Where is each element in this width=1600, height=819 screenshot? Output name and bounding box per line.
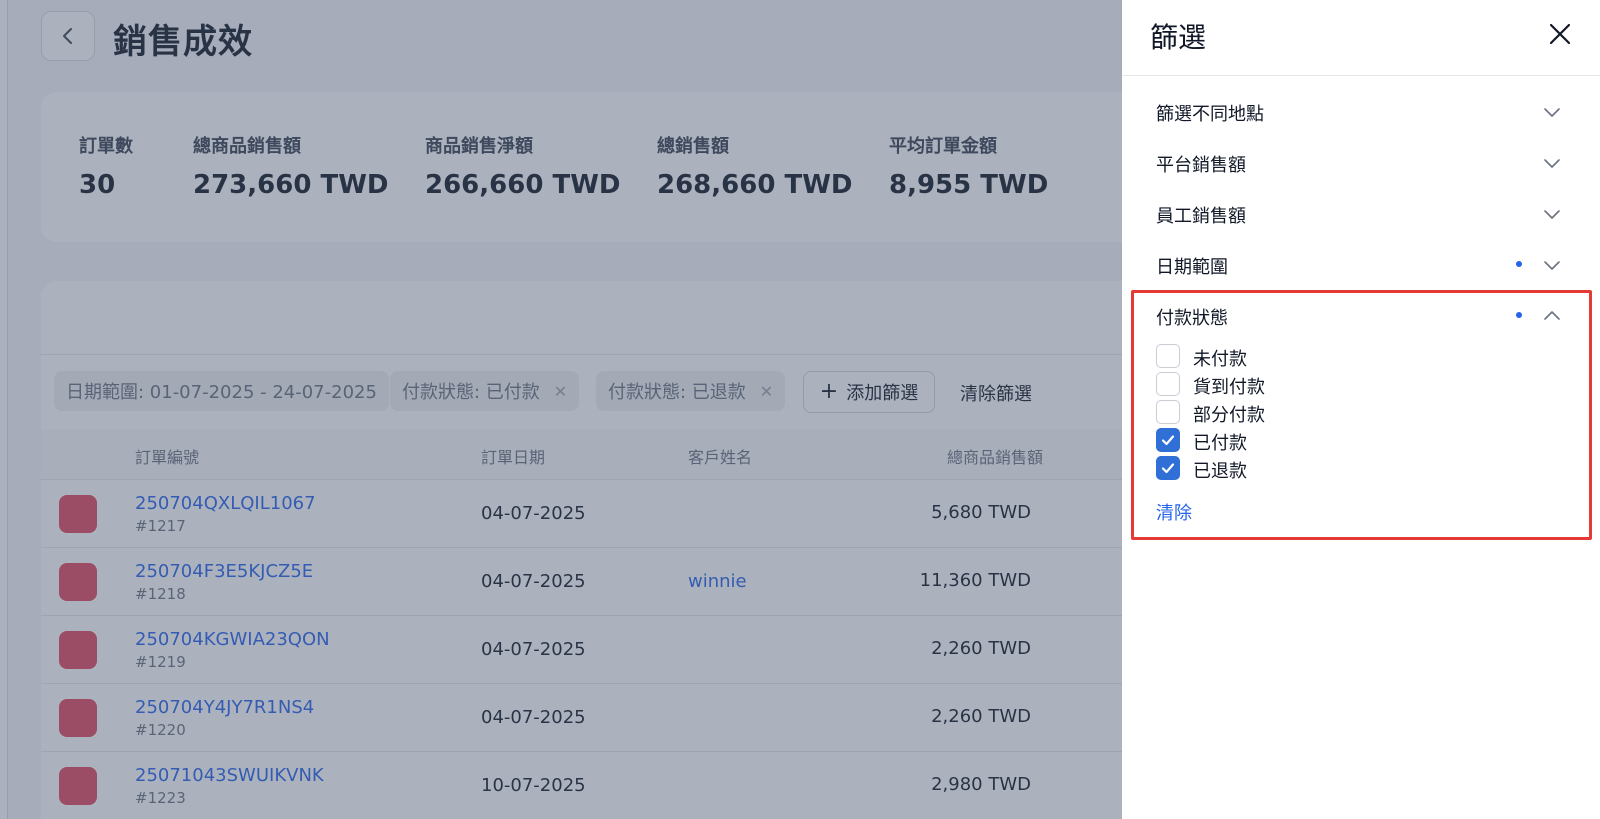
chevron-down-icon [1544,210,1560,219]
clear-payment-filter-link[interactable]: 清除 [1156,499,1192,525]
filter-section-location[interactable]: 篩選不同地點 [1132,88,1592,134]
payment-option-cod[interactable]: 貨到付款 [1156,372,1456,398]
chevron-down-icon [1544,261,1560,270]
payment-option-partial[interactable]: 部分付款 [1156,400,1456,426]
checkbox-paid[interactable] [1156,428,1180,452]
checkbox-cod[interactable] [1156,372,1180,396]
close-icon[interactable] [1546,20,1574,48]
checkbox-refunded[interactable] [1156,456,1180,480]
checkbox-partial[interactable] [1156,400,1180,424]
filter-section-date-range[interactable]: 日期範圍 [1132,241,1592,287]
active-indicator-dot [1516,261,1522,267]
payment-option-refunded[interactable]: 已退款 [1156,456,1456,482]
section-label: 平台銷售額 [1156,155,1246,176]
option-label: 未付款 [1193,349,1247,370]
option-label: 已付款 [1193,433,1247,454]
section-label: 篩選不同地點 [1156,104,1264,125]
section-label: 員工銷售額 [1156,206,1246,227]
drawer-title: 篩選 [1150,21,1207,54]
payment-option-unpaid[interactable]: 未付款 [1156,344,1456,370]
checkbox-unpaid[interactable] [1156,344,1180,368]
option-label: 貨到付款 [1193,377,1265,398]
option-label: 已退款 [1193,461,1247,482]
filter-section-staff-sales[interactable]: 員工銷售額 [1132,190,1592,236]
option-label: 部分付款 [1193,405,1265,426]
section-label: 日期範圍 [1156,257,1228,278]
checkmark-icon [1161,435,1175,446]
checkmark-icon [1161,463,1175,474]
filter-section-platform-sales[interactable]: 平台銷售額 [1132,139,1592,185]
modal-backdrop[interactable] [0,0,1122,819]
chevron-down-icon [1544,108,1560,117]
payment-option-paid[interactable]: 已付款 [1156,428,1456,454]
divider [1122,75,1600,76]
chevron-down-icon [1544,159,1560,168]
